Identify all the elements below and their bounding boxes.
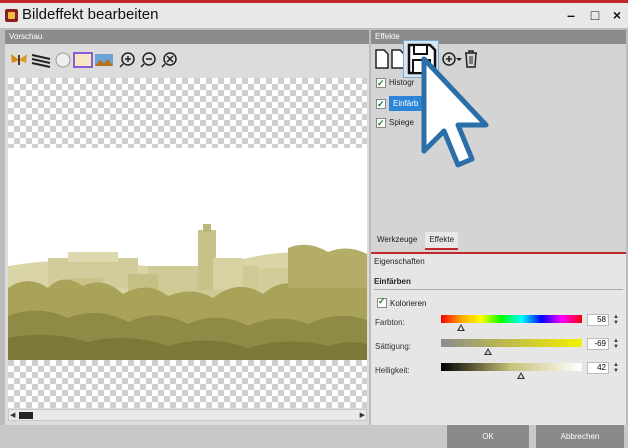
preview-panel: Vorschau ◀ ▶ xyxy=(5,30,369,425)
effect-list: Histogr Einfärb Spiege xyxy=(371,75,626,225)
properties-panel: Eigenschaften Einfärben Kolorieren Farbt… xyxy=(371,252,626,425)
cursor-icon xyxy=(420,55,490,180)
saturation-value[interactable]: -69 xyxy=(587,338,609,350)
zoom-fit-icon[interactable] xyxy=(160,51,180,69)
scrollbar-thumb[interactable] xyxy=(19,412,33,419)
butterfly-icon[interactable] xyxy=(9,51,29,69)
colorize-checkbox-row[interactable]: Kolorieren xyxy=(377,296,427,308)
brightness-row: Helligkeit: 42 ▲ ▼ xyxy=(375,362,625,380)
scroll-right-icon[interactable]: ▶ xyxy=(360,411,365,419)
effect-checkbox[interactable] xyxy=(376,97,386,112)
zebra-icon[interactable] xyxy=(31,51,51,69)
title-bar: Bildeffekt bearbeiten – □ × xyxy=(0,0,628,28)
cancel-button[interactable]: Abbrechen xyxy=(536,425,624,448)
app-icon xyxy=(5,9,18,22)
brightness-slider[interactable] xyxy=(441,363,582,371)
zoom-in-icon[interactable] xyxy=(118,51,138,69)
selected-frame-icon[interactable] xyxy=(73,51,93,69)
hue-label: Farbton: xyxy=(375,318,405,327)
saturation-row: Sättigung: -69 ▲ ▼ xyxy=(375,338,625,356)
preview-canvas[interactable] xyxy=(8,78,367,408)
preview-header: Vorschau xyxy=(5,30,369,44)
landscape-icon[interactable] xyxy=(94,51,114,69)
effect-checkbox[interactable] xyxy=(376,116,386,131)
effect-checkbox[interactable] xyxy=(376,76,386,91)
preview-photo xyxy=(8,148,367,360)
saturation-label: Sättigung: xyxy=(375,342,412,351)
preview-toolbar xyxy=(5,46,369,76)
saturation-slider[interactable] xyxy=(441,339,582,347)
colorize-checkbox[interactable] xyxy=(377,296,387,308)
ok-button[interactable]: OK xyxy=(447,425,529,448)
scroll-left-icon[interactable]: ◀ xyxy=(10,411,15,419)
panel-tabs: Werkzeuge Effekte xyxy=(373,232,462,250)
colorize-label: Kolorieren xyxy=(390,298,427,308)
effect-item-colorize[interactable]: Einfärb xyxy=(376,96,423,112)
brightness-spinner-icon[interactable]: ▲ ▼ xyxy=(613,362,621,374)
hue-value[interactable]: 58 xyxy=(587,314,609,326)
window-title: Bildeffekt bearbeiten xyxy=(22,6,159,23)
effect-item-label: Spiege xyxy=(389,118,414,127)
divider xyxy=(374,289,623,290)
hue-row: Farbton: 58 ▲ ▼ xyxy=(375,314,625,332)
effect-item-mirror[interactable]: Spiege xyxy=(376,115,414,131)
hue-slider[interactable] xyxy=(441,315,582,323)
maximize-button[interactable]: □ xyxy=(584,5,606,25)
close-button[interactable]: × xyxy=(606,5,628,25)
hue-slider-thumb[interactable] xyxy=(456,324,465,331)
tab-werkzeuge[interactable]: Werkzeuge xyxy=(373,232,421,250)
minimize-button[interactable]: – xyxy=(560,5,582,25)
zoom-out-icon[interactable] xyxy=(139,51,159,69)
dialog-footer: OK Abbrechen xyxy=(0,425,628,448)
effect-item-label: Einfärb xyxy=(389,96,423,111)
saturation-slider-thumb[interactable] xyxy=(483,348,492,355)
horizontal-scrollbar[interactable]: ◀ ▶ xyxy=(8,409,367,421)
properties-title: Eigenschaften xyxy=(374,257,425,266)
brightness-label: Helligkeit: xyxy=(375,366,410,375)
brightness-slider-thumb[interactable] xyxy=(517,372,526,379)
saturation-spinner-icon[interactable]: ▲ ▼ xyxy=(613,338,621,350)
brightness-value[interactable]: 42 xyxy=(587,362,609,374)
hue-spinner-icon[interactable]: ▲ ▼ xyxy=(613,314,621,326)
tab-effekte[interactable]: Effekte xyxy=(425,232,459,250)
circle-icon[interactable] xyxy=(53,51,73,69)
properties-section-title: Einfärben xyxy=(374,277,411,286)
